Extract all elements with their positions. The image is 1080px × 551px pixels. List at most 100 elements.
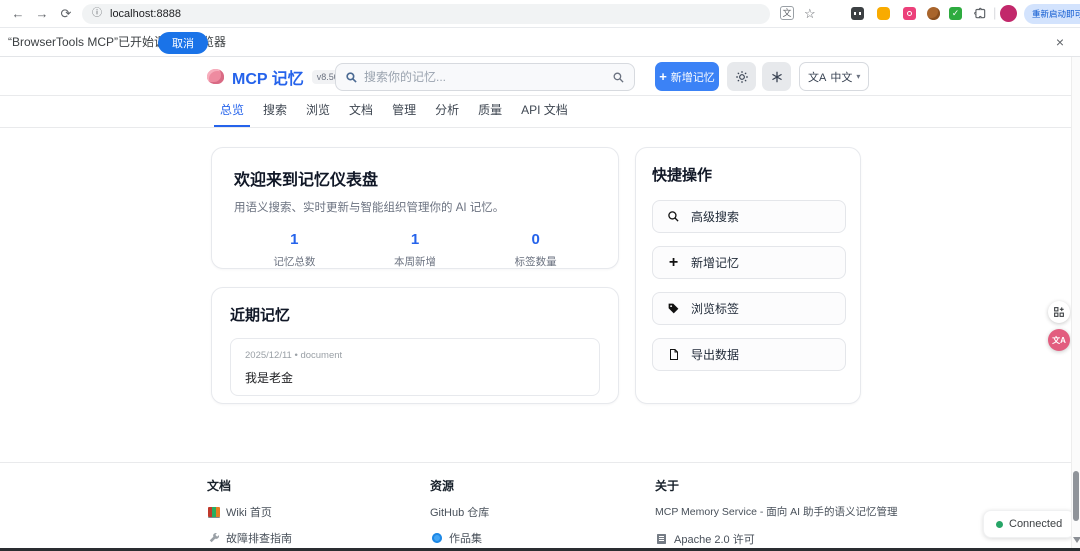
extension-icon-dark[interactable] bbox=[851, 7, 864, 20]
bookmark-star-icon[interactable]: ☆ bbox=[804, 6, 816, 22]
quick-actions-card: 快捷操作 高级搜索 + 新增记忆 浏览标签 bbox=[635, 147, 861, 404]
stat-label: 本周新增 bbox=[355, 254, 476, 269]
quick-action-label: 导出数据 bbox=[691, 346, 739, 363]
advanced-search-button[interactable]: 高级搜索 bbox=[652, 200, 846, 233]
translate-fab-button[interactable]: 文A bbox=[1048, 329, 1070, 351]
restart-to-update-button[interactable]: 重新启动即可更新 ⋮ bbox=[1024, 4, 1080, 24]
page-footer: 文档 Wiki 首页 故障排查指南 ⚙ 配置问题 资源 GitHub 仓库 bbox=[0, 462, 1080, 551]
quick-action-label: 高级搜索 bbox=[691, 208, 739, 225]
footer-about-column: 关于 MCP Memory Service - 面向 AI 助手的语义记忆管理 … bbox=[655, 477, 935, 551]
stat-new-this-week: 1 本周新增 bbox=[355, 231, 476, 269]
welcome-card: 欢迎来到记忆仪表盘 用语义搜索、实时更新与智能组织管理你的 AI 记忆。 1 记… bbox=[211, 147, 619, 269]
search-icon bbox=[666, 210, 681, 223]
tab-documents[interactable]: 文档 bbox=[343, 96, 379, 127]
profile-avatar[interactable] bbox=[1000, 5, 1017, 22]
add-memory-button[interactable]: + 新增记忆 bbox=[655, 62, 719, 91]
book-icon bbox=[207, 506, 220, 518]
grid-plus-icon bbox=[1053, 306, 1065, 318]
stat-value: 0 bbox=[475, 231, 596, 248]
footer-column-title: 文档 bbox=[207, 477, 292, 494]
browser-toolbar: ← → ⟳ ⓘ localhost:8888 文 ☆ ✓ | 重新启动即可更新 … bbox=[0, 0, 1080, 28]
search-input[interactable] bbox=[364, 64, 604, 90]
footer-link-label: GitHub 仓库 bbox=[430, 504, 489, 520]
footer-link-label: 故障排查指南 bbox=[226, 530, 292, 546]
footer-link-troubleshooting[interactable]: 故障排查指南 bbox=[207, 530, 292, 546]
footer-column-title: 关于 bbox=[655, 477, 935, 494]
export-data-button[interactable]: 导出数据 bbox=[652, 338, 846, 371]
footer-link-license[interactable]: Apache 2.0 许可 bbox=[655, 531, 935, 547]
footer-link-portfolio[interactable]: 作品集 bbox=[430, 530, 492, 546]
recent-memories-card: 近期记忆 2025/12/11 • document 我是老金 bbox=[211, 287, 619, 404]
asterisk-icon bbox=[770, 70, 784, 84]
tab-search[interactable]: 搜索 bbox=[257, 96, 293, 127]
app-title: MCP 记忆 bbox=[232, 65, 304, 89]
site-info-icon[interactable]: ⓘ bbox=[92, 4, 102, 24]
globe-icon bbox=[430, 532, 443, 544]
light-theme-button[interactable] bbox=[727, 62, 756, 91]
close-icon[interactable]: × bbox=[1056, 28, 1064, 57]
tab-manage[interactable]: 管理 bbox=[386, 96, 422, 127]
footer-link-label: 作品集 bbox=[449, 530, 482, 546]
search-icon bbox=[345, 71, 358, 84]
status-dot-icon bbox=[996, 521, 1003, 528]
stat-label: 记忆总数 bbox=[234, 254, 355, 269]
reload-icon[interactable]: ⟳ bbox=[56, 4, 76, 24]
extension-widget-button[interactable] bbox=[1048, 301, 1070, 323]
footer-link-label: Wiki 首页 bbox=[226, 504, 272, 520]
cancel-debug-button[interactable]: 取消 bbox=[158, 32, 208, 54]
auto-theme-button[interactable] bbox=[762, 62, 791, 91]
stat-tag-count: 0 标签数量 bbox=[475, 231, 596, 269]
update-chip-label: 重新启动即可更新 bbox=[1032, 8, 1080, 20]
stat-total-memories: 1 记忆总数 bbox=[234, 231, 355, 269]
extensions-puzzle-icon[interactable] bbox=[973, 6, 989, 22]
footer-column-title: 资源 bbox=[430, 477, 492, 494]
quick-action-label: 浏览标签 bbox=[691, 300, 739, 317]
stat-value: 1 bbox=[355, 231, 476, 248]
file-icon bbox=[666, 348, 681, 361]
status-label: Connected bbox=[1009, 518, 1062, 530]
memory-search-box bbox=[335, 63, 635, 91]
url-text[interactable]: localhost:8888 bbox=[110, 4, 181, 24]
recent-memories-title: 近期记忆 bbox=[230, 304, 600, 325]
footer-link-github[interactable]: GitHub 仓库 bbox=[430, 504, 492, 520]
back-icon[interactable]: ← bbox=[8, 4, 28, 24]
translate-icon[interactable]: 文 bbox=[780, 6, 794, 20]
tab-api-docs[interactable]: API 文档 bbox=[515, 96, 574, 127]
tab-overview[interactable]: 总览 bbox=[214, 96, 250, 127]
memory-list-item[interactable]: 2025/12/11 • document 我是老金 bbox=[230, 338, 600, 396]
language-glyph-icon: 文A bbox=[808, 69, 826, 85]
extension-icon-green-check[interactable]: ✓ bbox=[949, 7, 962, 20]
tab-analytics[interactable]: 分析 bbox=[429, 96, 465, 127]
tag-icon bbox=[666, 302, 681, 315]
cookie-extension-icon[interactable] bbox=[927, 7, 940, 20]
plus-icon: + bbox=[659, 70, 667, 83]
brain-logo-icon bbox=[207, 69, 224, 84]
screen: ← → ⟳ ⓘ localhost:8888 文 ☆ ✓ | 重新启动即可更新 … bbox=[0, 0, 1080, 551]
app-header: MCP 记忆 v8.50.0 + 新增记忆 bbox=[0, 57, 1080, 96]
connection-status-badge: Connected bbox=[983, 510, 1075, 538]
browse-tags-button[interactable]: 浏览标签 bbox=[652, 292, 846, 325]
tab-quality[interactable]: 质量 bbox=[472, 96, 508, 127]
about-description: MCP Memory Service - 面向 AI 助手的语义记忆管理 bbox=[655, 504, 935, 519]
footer-link-wiki[interactable]: Wiki 首页 bbox=[207, 504, 292, 520]
new-memory-button[interactable]: + 新增记忆 bbox=[652, 246, 846, 279]
search-submit-icon[interactable] bbox=[612, 71, 625, 84]
forward-icon[interactable]: → bbox=[32, 4, 52, 24]
footer-docs-column: 文档 Wiki 首页 故障排查指南 ⚙ 配置问题 bbox=[207, 477, 292, 551]
tab-browse[interactable]: 浏览 bbox=[300, 96, 336, 127]
scrollbar-down-arrow[interactable] bbox=[1073, 537, 1080, 543]
footer-link-label: Apache 2.0 许可 bbox=[674, 531, 755, 547]
language-selector[interactable]: 文A 中文 ▾ bbox=[799, 62, 869, 91]
plus-icon: + bbox=[666, 255, 681, 271]
scrollbar-thumb[interactable] bbox=[1073, 471, 1079, 521]
add-memory-label: 新增记忆 bbox=[671, 69, 715, 85]
address-bar[interactable]: ⓘ localhost:8888 bbox=[82, 4, 770, 24]
debug-notification-bar: “BrowserTools MCP”已开始调试此浏览器 取消 × bbox=[0, 28, 1080, 57]
stat-value: 1 bbox=[234, 231, 355, 248]
extension-icon-pink[interactable] bbox=[903, 7, 916, 20]
welcome-title: 欢迎来到记忆仪表盘 bbox=[234, 166, 596, 190]
extension-icon-orange[interactable] bbox=[877, 7, 890, 20]
stat-label: 标签数量 bbox=[475, 254, 596, 269]
footer-resources-column: 资源 GitHub 仓库 作品集 API 文档 bbox=[430, 477, 492, 551]
memory-meta: 2025/12/11 • document bbox=[245, 350, 585, 361]
